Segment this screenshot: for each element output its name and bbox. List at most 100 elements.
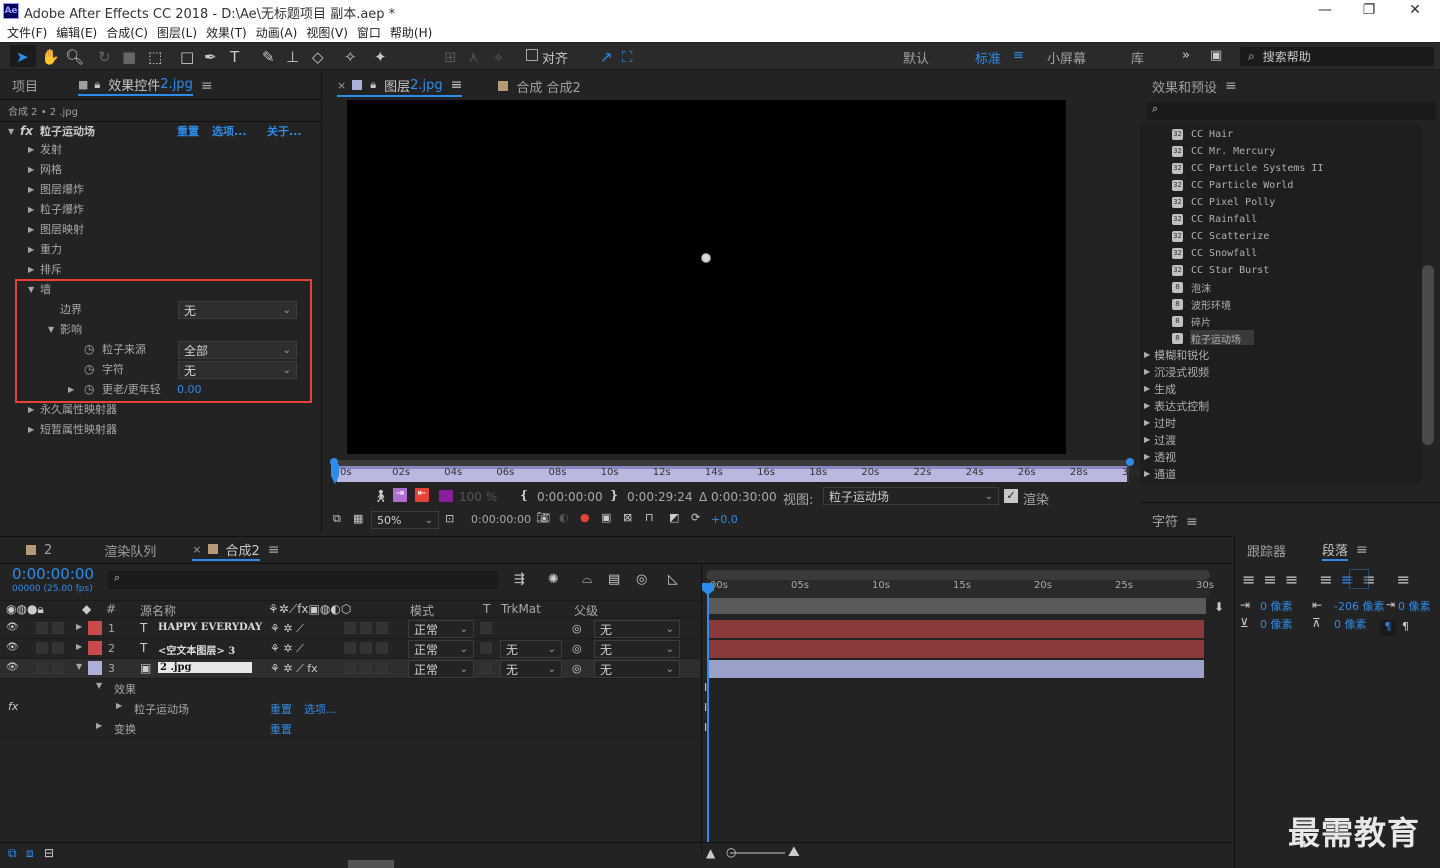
tab-comp-viewer[interactable]: 合成 合成2	[498, 77, 581, 96]
effect-category[interactable]: ▶ 沉浸式视频	[1144, 363, 1209, 380]
opacity-value[interactable]: 100 %	[459, 490, 497, 504]
tab-comp-2-timeline[interactable]: × 合成2	[192, 540, 260, 561]
expand-arrow-icon[interactable]: ▶	[1144, 418, 1150, 427]
expand-arrow-icon[interactable]: ▶	[1144, 401, 1150, 410]
layer-viewer-link[interactable]: 2.jpg	[410, 78, 443, 93]
motion-blur-icon[interactable]: ◎	[636, 572, 647, 587]
rectangle-tool-icon[interactable]: □	[180, 48, 194, 66]
group-row[interactable]: ▶ 粒子爆炸	[0, 199, 305, 219]
out-point-handle[interactable]	[1126, 458, 1134, 466]
channel-icon[interactable]: ●	[580, 511, 590, 524]
panel-menu-icon[interactable]: ≡	[268, 542, 280, 558]
indent-right-value[interactable]: 0 像素	[1398, 598, 1431, 614]
restore-icon[interactable]: ❐	[1354, 2, 1384, 18]
group-row[interactable]: ▶ 发射	[0, 139, 305, 159]
pickwhip-icon[interactable]: ◎	[572, 622, 582, 635]
layer-name[interactable]: 2 .jpg	[158, 662, 252, 673]
switch-box[interactable]	[344, 642, 356, 654]
lock-toggle[interactable]	[52, 622, 64, 634]
rtl-direction-button[interactable]: ¶	[1402, 620, 1409, 633]
fx-icon[interactable]: fx	[20, 124, 33, 138]
shy-layers-icon[interactable]: ⌓	[582, 572, 592, 587]
visibility-eye-icon[interactable]: 👁	[6, 622, 19, 633]
effect-category[interactable]: ▶ 透视	[1144, 448, 1176, 465]
brush-tool-icon[interactable]: ✎	[262, 48, 275, 66]
blend-mode-dropdown[interactable]: 正常 ⌄	[408, 620, 474, 638]
tab-paragraph[interactable]: 段落	[1322, 540, 1349, 561]
switch-box[interactable]	[376, 662, 388, 674]
tab-effects-presets[interactable]: 效果和预设	[1152, 77, 1217, 96]
local-axis-icon[interactable]: ⊞	[444, 48, 457, 66]
tab-project[interactable]: 项目	[12, 76, 38, 95]
lock-icon[interactable]: 🔒︎	[370, 78, 376, 92]
effect-category[interactable]: ▶ 表达式控制	[1144, 397, 1209, 414]
timeline-end-icon[interactable]: ⬇	[1214, 600, 1224, 614]
menu-view[interactable]: 视图(V)	[306, 24, 348, 41]
more-workspaces-icon[interactable]: »	[1182, 48, 1190, 63]
pickwhip-icon[interactable]: ◎	[572, 662, 582, 675]
expand-arrow-icon[interactable]: ▼	[76, 662, 82, 671]
effect-collapse-icon[interactable]: ▼	[8, 127, 14, 136]
lock-toggle[interactable]	[52, 642, 64, 654]
effect-options-link[interactable]: 选项...	[212, 123, 247, 139]
effect-preset-item[interactable]: 32 CC Star Burst	[1172, 262, 1269, 279]
hand-tool-icon[interactable]: ✋	[41, 48, 60, 66]
switch-box[interactable]	[360, 642, 372, 654]
menu-effect[interactable]: 效果(T)	[206, 24, 247, 41]
effect-preset-item[interactable]: 32 CC Scatterize	[1172, 228, 1269, 245]
view-axis-icon[interactable]: ⌖	[494, 48, 502, 66]
trkmat-dropdown[interactable]: 无 ⌄	[500, 660, 562, 678]
type-tool-icon[interactable]: T	[230, 48, 239, 66]
ripple-insert-icon[interactable]: ⇥	[393, 488, 407, 502]
effect-preset-item[interactable]: 32 CC Particle World	[1172, 177, 1293, 194]
ltr-direction-button[interactable]: ¶	[1380, 620, 1396, 636]
close-tab-icon[interactable]: ×	[337, 79, 346, 92]
close-tab-icon[interactable]: ×	[192, 543, 201, 556]
layer-duration-bar[interactable]	[708, 660, 1204, 678]
draft-3d-icon[interactable]: ✺	[548, 572, 559, 587]
puppet-tool-icon[interactable]: ✦	[374, 48, 387, 66]
effect-preset-item[interactable]: 8 波形环境	[1172, 296, 1231, 313]
workspace-menu-icon[interactable]: ≡	[1013, 48, 1024, 63]
panel-menu-icon[interactable]: ≡	[201, 78, 213, 94]
tab-tracker[interactable]: 跟踪器	[1247, 541, 1286, 560]
parent-dropdown[interactable]: 无 ⌄	[594, 640, 680, 658]
lock-icon[interactable]: 🔒︎	[94, 78, 100, 92]
character-panel-tab[interactable]: 字符 ≡	[1140, 502, 1440, 532]
expand-arrow-icon[interactable]: ▶	[1144, 367, 1150, 376]
indent-left-value[interactable]: 0 像素	[1260, 598, 1293, 614]
switch-box[interactable]	[376, 622, 388, 634]
reset-exposure-icon[interactable]: ⟳	[691, 511, 700, 524]
world-axis-icon[interactable]: ⋏	[468, 48, 479, 66]
effect-preset-item[interactable]: 32 CC Snowfall	[1172, 245, 1257, 262]
group-row[interactable]: ▶ 网格	[0, 159, 305, 179]
label-icon[interactable]: ◆	[82, 602, 91, 616]
space-before-value[interactable]: 0 像素	[1260, 616, 1293, 632]
region-icon[interactable]: ⊡	[445, 512, 454, 525]
effects-scrollbar[interactable]	[1422, 265, 1434, 445]
layer-duration-bar[interactable]	[708, 640, 1204, 658]
sync-settings-icon[interactable]: ▣	[1210, 48, 1222, 63]
in-time[interactable]: 0:00:00:00	[537, 490, 603, 504]
always-preview-icon[interactable]: ⧉	[333, 512, 341, 526]
horizontal-scrollbar[interactable]	[348, 860, 394, 868]
expand-arrow-icon[interactable]: ▶	[1144, 384, 1150, 393]
stretch-icon[interactable]: ⊟	[44, 846, 54, 860]
col-source-name[interactable]: 源名称	[140, 602, 176, 619]
preserve-transparency-toggle[interactable]	[480, 622, 492, 634]
color-swatch[interactable]	[439, 490, 453, 502]
composition-canvas[interactable]	[347, 100, 1066, 454]
menu-composition[interactable]: 合成(C)	[106, 24, 148, 41]
effect-preset-item[interactable]: 8 泡沫	[1172, 279, 1211, 296]
in-point-icon[interactable]: ❴	[519, 488, 529, 502]
search-help-input[interactable]: ⌕ 搜索帮助	[1240, 47, 1434, 66]
align-buttons[interactable]: ≡≡≡ ≡≡≡ ≡	[1242, 570, 1418, 589]
group-row[interactable]: ▶ 图层爆炸	[0, 179, 305, 199]
zoom-slider-handle[interactable]: ○	[726, 845, 736, 859]
label-color-swatch[interactable]	[88, 621, 102, 635]
work-area-bar[interactable]	[706, 570, 1210, 580]
tab-render-queue[interactable]: 渲染队列	[104, 541, 156, 560]
expand-arrow-icon[interactable]: ▶	[1144, 435, 1150, 444]
effect-category[interactable]: ▶ 通道	[1144, 465, 1176, 482]
blend-mode-dropdown[interactable]: 正常 ⌄	[408, 640, 474, 658]
